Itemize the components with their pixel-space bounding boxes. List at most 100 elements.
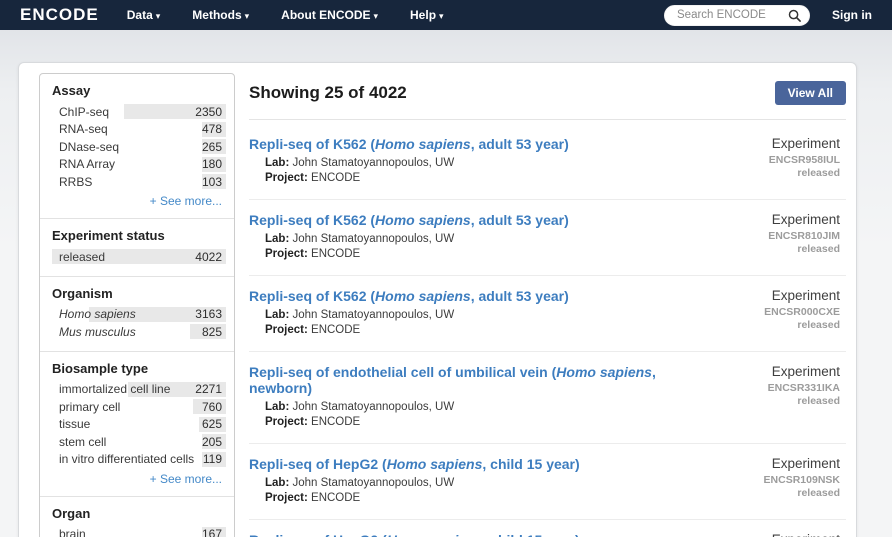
lab-label: Lab: — [265, 477, 289, 489]
project-label: Project: — [265, 248, 308, 260]
results-list: Repli-seq of K562 (Homo sapiens, adult 5… — [249, 120, 846, 537]
result-title-link[interactable]: Repli-seq of K562 (Homo sapiens, adult 5… — [249, 288, 696, 304]
facet-term-row[interactable]: RNA Array 180 — [52, 156, 226, 173]
result-summary: Experiment ENCSR345QON released — [696, 532, 846, 537]
facet-term-row[interactable]: released 4022 — [52, 248, 226, 265]
organism-name: Homo sapiens — [556, 364, 652, 380]
result-status-badge: released — [696, 167, 840, 180]
facet-term-label: tissue — [52, 417, 202, 431]
result-type: Experiment — [696, 364, 840, 379]
facet-term-label: released — [52, 250, 195, 264]
result-details: Repli-seq of HepG2 (Homo sapiens, child … — [249, 456, 696, 506]
facet-term-count: 167 — [202, 527, 226, 537]
organism-name: Homo sapiens — [375, 288, 471, 304]
content-panel: Assay ChIP-seq 2350 RNA-seq 478 DNase-se… — [18, 62, 857, 537]
result-title-link[interactable]: Repli-seq of HepG2 (Homo sapiens, child … — [249, 532, 696, 537]
result-summary: Experiment ENCSR958IUL released — [696, 136, 846, 186]
facet-term-row[interactable]: RRBS 103 — [52, 173, 226, 190]
facet-term-row[interactable]: immortalized cell line 2271 — [52, 381, 226, 398]
result-type: Experiment — [696, 288, 840, 303]
result-item: Repli-seq of K562 (Homo sapiens, adult 5… — [249, 276, 846, 352]
result-status-badge: released — [696, 243, 840, 256]
result-item: Repli-seq of HepG2 (Homo sapiens, child … — [249, 444, 846, 520]
facet-term-count: 119 — [203, 452, 226, 466]
result-type: Experiment — [696, 212, 840, 227]
result-accession: ENCSR331IKA — [696, 382, 840, 395]
search-box[interactable] — [664, 5, 810, 26]
facet-term-count: 625 — [202, 417, 226, 431]
facet-term-row[interactable]: RNA-seq 478 — [52, 121, 226, 138]
result-summary: Experiment ENCSR109NSK released — [696, 456, 846, 506]
search-icon[interactable] — [788, 9, 801, 22]
menu-data[interactable]: Data▾ — [127, 8, 161, 22]
view-all-button[interactable]: View All — [775, 81, 846, 105]
facet-term-label: brain — [52, 527, 202, 537]
lab-value: John Stamatoyannopoulos, UW — [292, 157, 454, 169]
result-title-link[interactable]: Repli-seq of HepG2 (Homo sapiens, child … — [249, 456, 696, 472]
facet-term-count: 180 — [202, 157, 226, 171]
facet-term-row[interactable]: Homo sapiens 3163 — [52, 306, 226, 323]
project-label: Project: — [265, 324, 308, 336]
facet-term-count: 103 — [202, 175, 226, 189]
facet-term-count: 265 — [202, 140, 226, 154]
navbar-right: Sign in — [664, 5, 872, 26]
facet-term-row[interactable]: Mus musculus 825 — [52, 323, 226, 340]
facet-term-row[interactable]: DNase-seq 265 — [52, 138, 226, 155]
facet-term-count: 760 — [202, 400, 226, 414]
facet-term-row[interactable]: brain 167 — [52, 526, 226, 537]
facet-term-count: 478 — [202, 122, 226, 136]
facet-term-count: 205 — [202, 435, 226, 449]
result-project-line: Project: ENCODE — [249, 247, 696, 262]
facet-term-row[interactable]: primary cell 760 — [52, 398, 226, 415]
facet-term-row[interactable]: in vitro differentiated cells 119 — [52, 451, 226, 468]
organism-name: Homo sapiens — [375, 212, 471, 228]
facet-term-row[interactable]: stem cell 205 — [52, 433, 226, 450]
result-lab-line: Lab: John Stamatoyannopoulos, UW — [249, 232, 696, 247]
facet-rows: released 4022 — [52, 248, 226, 265]
facet-term-label: Homo sapiens — [52, 307, 195, 321]
facet-term-label: RRBS — [52, 175, 202, 189]
result-item: Repli-seq of K562 (Homo sapiens, adult 5… — [249, 120, 846, 200]
sign-in-link[interactable]: Sign in — [832, 8, 872, 22]
results-count-heading: Showing 25 of 4022 — [249, 83, 407, 103]
facet-group-title: Organ — [52, 506, 226, 521]
facet-term-row[interactable]: tissue 625 — [52, 416, 226, 433]
result-title-link[interactable]: Repli-seq of K562 (Homo sapiens, adult 5… — [249, 136, 696, 152]
result-status-badge: released — [696, 395, 840, 408]
chevron-down-icon: ▾ — [245, 11, 250, 22]
result-accession: ENCSR810JIM — [696, 230, 840, 243]
result-accession: ENCSR109NSK — [696, 474, 840, 487]
result-lab-line: Lab: John Stamatoyannopoulos, UW — [249, 400, 696, 415]
project-value: ENCODE — [311, 416, 360, 428]
facet-group-title: Assay — [52, 83, 226, 98]
facet-group: Assay ChIP-seq 2350 RNA-seq 478 DNase-se… — [40, 74, 234, 218]
see-more-link[interactable]: + See more... — [52, 472, 226, 486]
result-details: Repli-seq of K562 (Homo sapiens, adult 5… — [249, 136, 696, 186]
see-more-link[interactable]: + See more... — [52, 194, 226, 208]
facet-rows: ChIP-seq 2350 RNA-seq 478 DNase-seq 265 … — [52, 103, 226, 190]
organism-name: Homo sapiens — [375, 136, 471, 152]
facet-sidebar: Assay ChIP-seq 2350 RNA-seq 478 DNase-se… — [39, 73, 235, 537]
facet-term-label: ChIP-seq — [52, 105, 195, 119]
result-accession: ENCSR000CXE — [696, 306, 840, 319]
menu-methods[interactable]: Methods▾ — [192, 8, 249, 22]
menu-help[interactable]: Help▾ — [410, 8, 444, 22]
menu-about-encode[interactable]: About ENCODE▾ — [281, 8, 378, 22]
facet-term-count: 825 — [202, 325, 226, 339]
facet-term-count: 2271 — [195, 382, 226, 396]
result-title-link[interactable]: Repli-seq of K562 (Homo sapiens, adult 5… — [249, 212, 696, 228]
search-input[interactable] — [677, 9, 788, 21]
result-project-line: Project: ENCODE — [249, 491, 696, 506]
encode-logo[interactable]: ENCODE — [20, 5, 99, 25]
project-label: Project: — [265, 172, 308, 184]
result-title-link[interactable]: Repli-seq of endothelial cell of umbilic… — [249, 364, 696, 396]
main-menu: Data▾ Methods▾ About ENCODE▾ Help▾ — [127, 8, 476, 22]
facet-term-count: 3163 — [195, 307, 226, 321]
lab-value: John Stamatoyannopoulos, UW — [292, 477, 454, 489]
facet-rows: immortalized cell line 2271 primary cell… — [52, 381, 226, 468]
facet-term-row[interactable]: ChIP-seq 2350 — [52, 103, 226, 120]
facet-rows: brain 167 skin of body 125 blood vessel … — [52, 526, 226, 537]
project-value: ENCODE — [311, 492, 360, 504]
lab-value: John Stamatoyannopoulos, UW — [292, 233, 454, 245]
result-details: Repli-seq of K562 (Homo sapiens, adult 5… — [249, 288, 696, 338]
